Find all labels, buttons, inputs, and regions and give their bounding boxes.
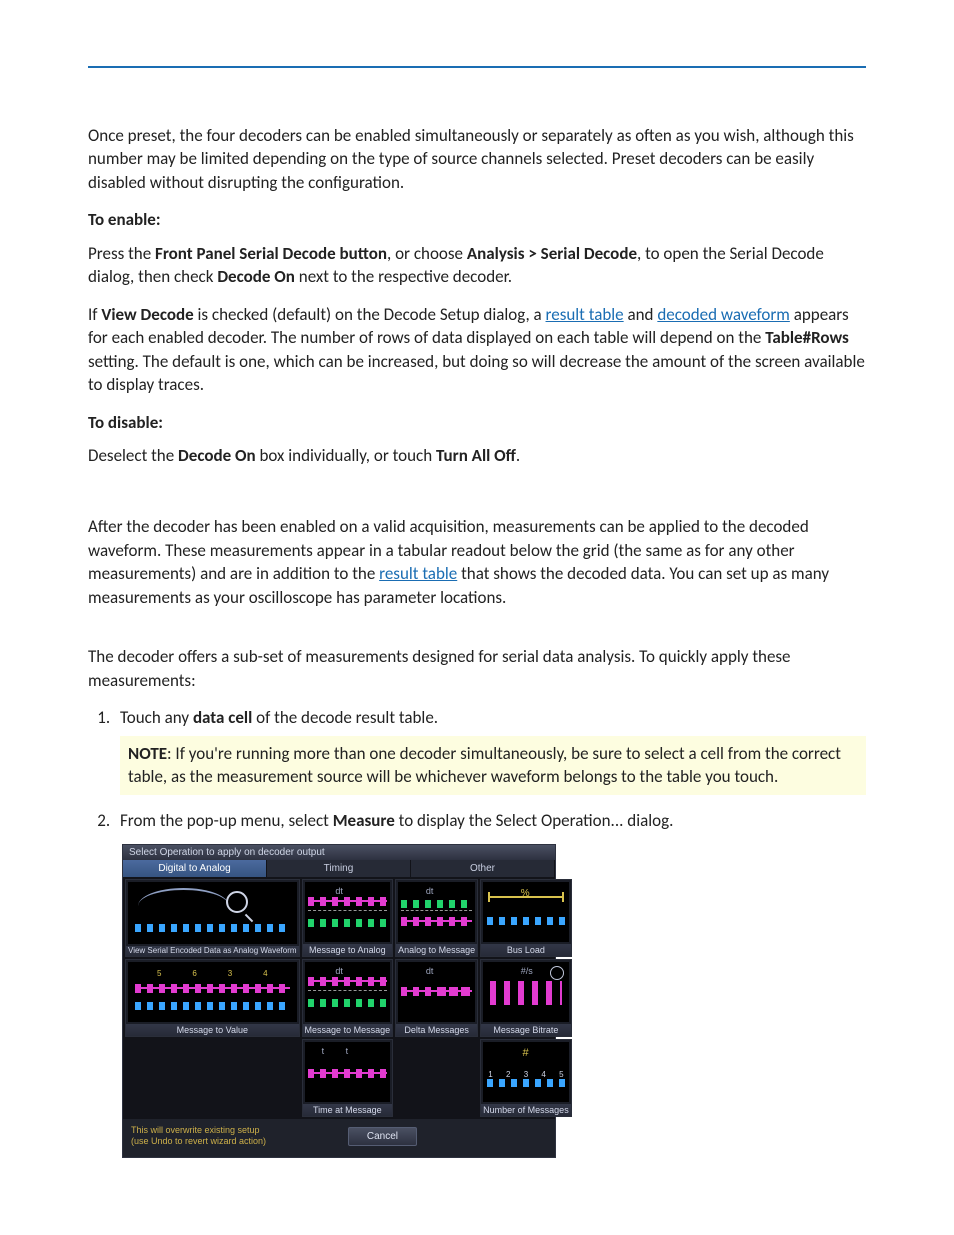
link-decoded-waveform[interactable]: decoded waveform (657, 304, 790, 325)
text-bold: Measure (333, 810, 395, 831)
warn-line1: This will overwrite existing setup (131, 1125, 260, 1135)
op-label: Delta Messages (396, 1024, 477, 1036)
text: to display the Select Operation... dialo… (395, 810, 674, 831)
op-number-of-messages[interactable]: #12345 Number of Messages (480, 1039, 572, 1117)
heading-disable: To disable: (88, 411, 866, 434)
dt-icon: dt (426, 966, 434, 976)
link-result-table-2[interactable]: result table (379, 563, 457, 584)
dt-icon: dt (335, 886, 343, 896)
text-bold: Front Panel Serial Decode button (155, 243, 387, 264)
dialog-title: Select Operation to apply on decoder out… (123, 845, 555, 860)
dialog-grid: View Serial Encoded Data as Analog Wavef… (123, 877, 555, 1119)
text-bold: View Decode (101, 304, 193, 325)
text: of the decode result table. (252, 707, 438, 728)
text: next to the respective decoder. (295, 266, 512, 287)
op-message-to-message[interactable]: dt Message to Message (302, 959, 394, 1037)
op-bus-load[interactable]: % Bus Load (480, 879, 572, 957)
op-label: View Serial Encoded Data as Analog Wavef… (126, 946, 299, 956)
op-view-serial-encoded-data[interactable]: View Serial Encoded Data as Analog Wavef… (125, 879, 300, 957)
text-bold: Turn All Off (436, 445, 516, 466)
step-2: From the pop-up menu, select Measure to … (114, 809, 866, 832)
text-bold: data cell (193, 707, 252, 728)
op-analog-to-message[interactable]: dt Analog to Message (395, 879, 478, 957)
warn-line2: (use Undo to revert wizard action) (131, 1136, 266, 1146)
tab-timing[interactable]: Timing (267, 860, 411, 877)
text: is checked (default) on the Decode Setup… (194, 304, 546, 325)
op-label: Analog to Message (396, 944, 477, 956)
dialog-warning: This will overwrite existing setup (use … (131, 1125, 266, 1148)
text: Touch any (120, 707, 193, 728)
link-result-table[interactable]: result table (546, 304, 624, 325)
text-bold: Table#Rows (765, 327, 849, 348)
op-label: Message to Message (303, 1024, 393, 1036)
op-time-at-message[interactable]: t t Time at Message (302, 1039, 394, 1117)
op-label: Message Bitrate (481, 1024, 571, 1036)
heading-enable: To enable: (88, 208, 866, 231)
enable-paragraph-2: If View Decode is checked (default) on t… (88, 303, 866, 397)
header-rule (88, 66, 866, 68)
magnifier-icon (226, 891, 248, 913)
op-label: Message to Analog (303, 944, 393, 956)
text: setting. The default is one, which can b… (88, 351, 865, 395)
op-delta-messages[interactable]: dt Delta Messages (395, 959, 478, 1037)
text: , or choose (387, 243, 467, 264)
disable-paragraph: Deselect the Decode On box individually,… (88, 444, 866, 467)
note-box: NOTE: If you're running more than one de… (120, 736, 866, 795)
dt-icon: #/s (521, 966, 533, 976)
hash-icon: # (523, 1047, 529, 1059)
text: Deselect the (88, 445, 178, 466)
enable-paragraph-1: Press the Front Panel Serial Decode butt… (88, 242, 866, 289)
intro-paragraph: Once preset, the four decoders can be en… (88, 124, 866, 194)
note-label: NOTE (128, 743, 167, 764)
text: Press the (88, 243, 155, 264)
measure-intro: After the decoder has been enabled on a … (88, 515, 866, 609)
op-label: Number of Messages (481, 1104, 571, 1116)
cancel-button[interactable]: Cancel (348, 1127, 417, 1146)
op-message-bitrate[interactable]: #/s Message Bitrate (480, 959, 572, 1037)
text-bold: Decode On (178, 445, 256, 466)
op-message-to-analog[interactable]: dt Message to Analog (302, 879, 394, 957)
tab-other[interactable]: Other (411, 860, 555, 877)
text: box individually, or touch (256, 445, 436, 466)
op-label: Time at Message (303, 1104, 393, 1116)
t-icon: t (346, 1046, 349, 1056)
op-message-to-value[interactable]: 5634 Message to Value (125, 959, 300, 1037)
text-bold: Analysis > Serial Decode (467, 243, 637, 264)
step-1: Touch any data cell of the decode result… (114, 706, 866, 794)
text-bold: Decode On (217, 266, 295, 287)
t-icon: t (322, 1046, 325, 1056)
note-text: : If you're running more than one decode… (128, 743, 841, 787)
dt-icon: dt (335, 966, 343, 976)
dialog-tabs: Digital to Analog Timing Other (123, 860, 555, 877)
dt-icon: dt (426, 886, 434, 896)
tab-digital-to-analog[interactable]: Digital to Analog (123, 860, 267, 877)
text: . (516, 445, 520, 466)
text: If (88, 304, 101, 325)
text: From the pop-up menu, select (120, 810, 333, 831)
op-label: Message to Value (126, 1024, 299, 1036)
clock-icon (550, 966, 564, 980)
select-operation-dialog-image: Select Operation to apply on decoder out… (122, 844, 866, 1159)
subset-intro: The decoder offers a sub-set of measurem… (88, 645, 866, 692)
op-label: Bus Load (481, 944, 571, 956)
text: and (624, 304, 658, 325)
